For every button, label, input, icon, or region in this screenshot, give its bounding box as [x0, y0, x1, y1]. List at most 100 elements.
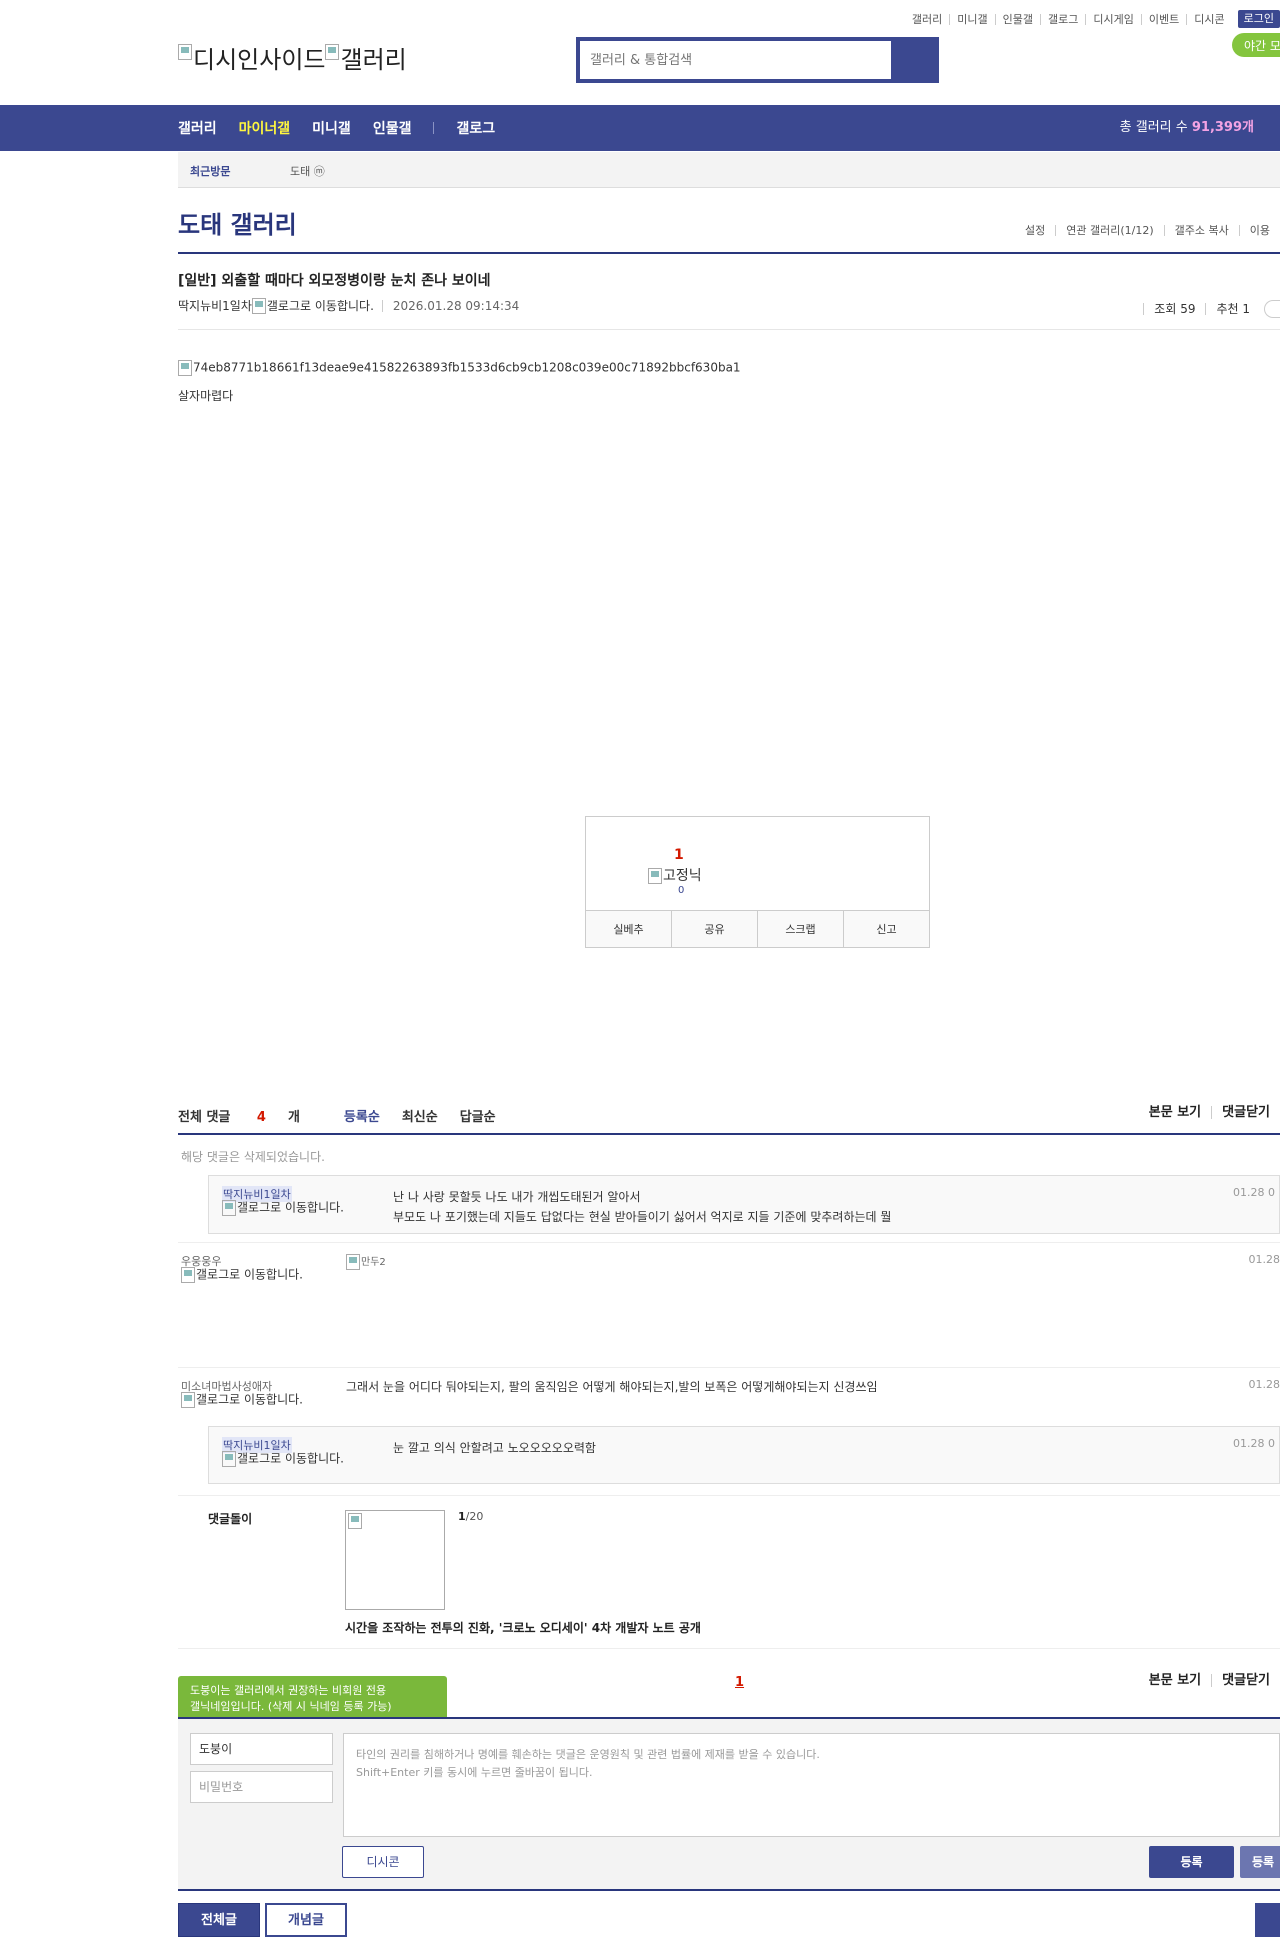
reply-item: 딱지뉴비1일차 갤로그로 이동합니다. 난 나 사랑 못할듯 나도 내가 개씹도… [208, 1175, 1280, 1234]
post-meta: 딱지뉴비1일차 갤로그로 이동합니다. 2026.01.28 09:14:34 [178, 297, 519, 314]
recommend-fixed-nick[interactable]: 고정닉 [648, 865, 702, 885]
copy-gallery-url-link[interactable]: 갤주소 복사 [1163, 225, 1239, 236]
gallery-title[interactable]: 도태 갤러리 [178, 205, 297, 240]
recent-visit-gallery[interactable]: 도태 ⓜ [290, 163, 325, 179]
post-views: 조회 59 [1143, 303, 1205, 315]
comment-total-unit: 개 [287, 1110, 300, 1125]
util-link-minigall[interactable]: 미니갤 [949, 13, 994, 25]
close-comments-link[interactable]: 댓글닫기 [1211, 1106, 1280, 1119]
password-field[interactable]: 비밀번호 [190, 1771, 333, 1803]
gnb-divider [433, 122, 435, 134]
view-post-link[interactable]: 본문 보기 [1139, 1674, 1211, 1687]
broken-image-icon [178, 360, 192, 376]
comment-gallog-alt: 갤로그로 이동합니다. [196, 1267, 303, 1282]
broken-image-icon [346, 1253, 360, 1270]
sort-replies[interactable]: 답글순 [460, 1106, 496, 1125]
write-button[interactable] [1255, 1903, 1280, 1937]
logo-text-dcinside: 디시인사이드 [193, 46, 326, 74]
more-circle-icon[interactable] [1264, 300, 1280, 318]
pager-total: /20 [465, 1510, 484, 1523]
textarea-placeholder-line: 타인의 권리를 침해하거나 명예를 훼손하는 댓글은 운영원칙 및 관련 법률에… [356, 1748, 820, 1761]
reply-gallog[interactable]: 갤로그로 이동합니다. [222, 1451, 352, 1467]
recommend-actions: 실베추 공유 스크랩 신고 [586, 910, 929, 947]
reply-text-line: 난 나 사랑 못할듯 나도 내가 개씹도태된거 알아서 [393, 1190, 641, 1204]
submit-button[interactable]: 등록 [1149, 1846, 1234, 1878]
best-posts-button[interactable]: 개념글 [265, 1903, 347, 1937]
total-gallery-count: 총 갤러리 수 91,399개 [1120, 105, 1254, 151]
submit-recommend-button[interactable]: 등록 [1240, 1846, 1280, 1878]
gallery-settings-link[interactable]: 설정 [1015, 225, 1055, 236]
recommend-count: 1 [674, 847, 684, 863]
report-button[interactable]: 신고 [843, 911, 929, 947]
comment-bot-title[interactable]: 시간을 조작하는 전투의 진화, '크로노 오디세이' 4차 개발자 노트 공개 [345, 1619, 701, 1636]
comment-gallog[interactable]: 갤로그로 이동합니다. [181, 1392, 311, 1408]
gnb-minor-gallery[interactable]: 마이너갤 [239, 118, 291, 138]
reply-text: 난 나 사랑 못할듯 나도 내가 개씹도태된거 알아서 부모도 나 포기했는데 … [393, 1187, 891, 1227]
reply-time: 01.28 0 [1233, 1186, 1275, 1199]
divider [178, 329, 1280, 330]
site-logo[interactable]: 디시인사이드 갤러리 [178, 40, 407, 75]
util-link-event[interactable]: 이벤트 [1140, 13, 1186, 25]
login-button[interactable]: 로그인 [1237, 10, 1280, 28]
comment-item: 미소녀마법사성애자 갤로그로 이동합니다. 그래서 눈을 어디다 둬야되는지, … [178, 1378, 1280, 1418]
dccon-alt: 만두2 [361, 1257, 386, 1268]
util-link-dccon[interactable]: 디시콘 [1186, 13, 1231, 25]
dccon-button[interactable]: 디시콘 [342, 1846, 424, 1878]
post-counts: 조회 59 추천 1 [1143, 300, 1280, 318]
broken-image-icon [178, 44, 192, 60]
usage-link[interactable]: 이용 [1238, 225, 1280, 236]
post-image-alt: 74eb8771b18661f13deae9e41582263893fb1533… [193, 360, 741, 375]
total-gallery-label: 총 갤러리 수 [1119, 120, 1192, 135]
post-gallog-alt[interactable]: 갤로그로 이동합니다. [267, 297, 374, 314]
reply-gallog[interactable]: 갤로그로 이동합니다. [222, 1200, 352, 1216]
comment-bot-pager: 1/20 [458, 1510, 483, 1523]
search-input[interactable] [579, 40, 892, 80]
broken-image-icon [222, 1451, 236, 1467]
post-body: 살자마렵다 [178, 389, 234, 403]
fixed-nick-count: 0 [678, 885, 685, 896]
comment-gallog-alt: 갤로그로 이동합니다. [196, 1392, 303, 1407]
gnb-gallery[interactable]: 갤러리 [178, 118, 217, 138]
comment-textarea[interactable]: 타인의 권리를 침해하거나 명예를 훼손하는 댓글은 운영원칙 및 관련 법률에… [343, 1733, 1280, 1837]
comment-total: 전체 댓글 4 개 [178, 1106, 322, 1125]
util-link-gallery[interactable]: 갤러리 [905, 14, 949, 25]
related-gallery-link[interactable]: 연관 갤러리(1/12) [1055, 225, 1163, 236]
tooltip-line: 갤닉네임입니다. (삭제 시 닉네임 등록 가능) [190, 1700, 392, 1713]
gallog-icon[interactable] [251, 297, 266, 314]
comment-page-current[interactable]: 1 [735, 1675, 744, 1690]
util-link-gallog[interactable]: 갤로그 [1040, 13, 1085, 25]
comment-gallog[interactable]: 갤로그로 이동합니다. [181, 1267, 311, 1283]
post-author[interactable]: 딱지뉴비1일차 [178, 297, 252, 314]
recent-visit-title[interactable]: 최근방문 [190, 163, 230, 179]
top-utility-bar: 갤러리 미니갤 인물갤 갤로그 디시게임 이벤트 디시콘 로그인 [0, 10, 1280, 28]
view-post-link[interactable]: 본문 보기 [1139, 1106, 1211, 1119]
comment-bot-image[interactable] [345, 1510, 445, 1610]
gnb-gallog[interactable]: 갤로그 [456, 118, 495, 138]
recommend-box: 1 고정닉 0 실베추 공유 스크랩 신고 [585, 816, 930, 948]
sort-registered[interactable]: 등록순 [344, 1106, 380, 1125]
sort-latest[interactable]: 최신순 [402, 1106, 438, 1125]
total-gallery-value: 91,399개 [1191, 120, 1254, 135]
util-link-dcgame[interactable]: 디시게임 [1085, 13, 1140, 25]
gnb-mini-gallery[interactable]: 미니갤 [312, 118, 351, 138]
best-recommend-button[interactable]: 실베추 [586, 911, 671, 947]
close-comments-link[interactable]: 댓글닫기 [1211, 1674, 1280, 1687]
broken-image-icon [181, 1392, 195, 1408]
all-posts-button[interactable]: 전체글 [178, 1903, 260, 1937]
comment-dccon-image: 만두2 [346, 1253, 386, 1270]
gnb-person-gallery[interactable]: 인물갤 [373, 118, 412, 138]
comment-header: 전체 댓글 4 개 등록순 최신순 답글순 본문 보기 댓글닫기 [178, 1106, 1280, 1136]
night-mode-button[interactable]: 야간 모드 [1232, 33, 1280, 57]
scrap-button[interactable]: 스크랩 [757, 911, 843, 947]
nickname-field[interactable]: 도붕이 [190, 1733, 333, 1765]
comment-item: 우웅웅우 갤로그로 이동합니다. 만두2 01.28 [178, 1253, 1280, 1363]
reply-gallog-alt: 갤로그로 이동합니다. [237, 1451, 344, 1466]
pager-current: 1 [458, 1510, 466, 1523]
search-button[interactable] [892, 40, 936, 80]
reply-gallog-alt: 갤로그로 이동합니다. [237, 1200, 344, 1215]
divider [178, 1133, 1280, 1135]
util-link-person[interactable]: 인물갤 [994, 13, 1040, 25]
comment-bot-label: 댓글돌이 [208, 1512, 253, 1526]
share-button[interactable]: 공유 [671, 911, 757, 947]
search-box [576, 37, 939, 83]
